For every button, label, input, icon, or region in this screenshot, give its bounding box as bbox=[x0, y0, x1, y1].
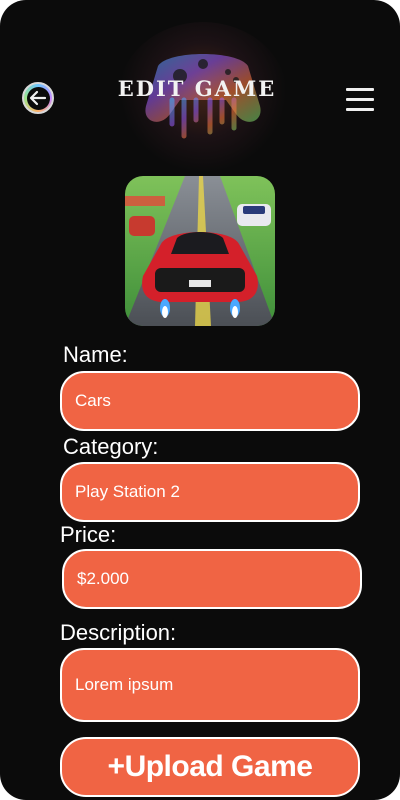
price-input-value: $2.000 bbox=[77, 569, 129, 588]
game-cover-image[interactable] bbox=[125, 176, 275, 326]
description-input-value: Lorem ipsum bbox=[75, 675, 174, 694]
category-input[interactable]: Play Station 2 bbox=[60, 462, 360, 522]
category-label: Category: bbox=[63, 434, 159, 459]
hamburger-menu-icon[interactable] bbox=[346, 88, 374, 112]
price-input[interactable]: $2.000 bbox=[62, 549, 362, 609]
back-button[interactable] bbox=[22, 82, 54, 114]
name-input[interactable]: Cars bbox=[60, 371, 360, 431]
price-label: Price: bbox=[60, 522, 117, 547]
back-arrow-icon bbox=[26, 86, 50, 110]
name-input-value: Cars bbox=[75, 391, 111, 410]
app-screen: EDIT GAME Name: Cars Category: Play Stat… bbox=[0, 0, 400, 800]
description-label: Description: bbox=[60, 620, 177, 645]
description-input[interactable]: Lorem ipsum bbox=[60, 648, 360, 722]
page-title: EDIT GAME bbox=[117, 76, 277, 101]
name-label: Name: bbox=[63, 342, 128, 367]
category-input-value: Play Station 2 bbox=[75, 482, 180, 501]
upload-game-button[interactable]: +Upload Game bbox=[60, 737, 360, 797]
